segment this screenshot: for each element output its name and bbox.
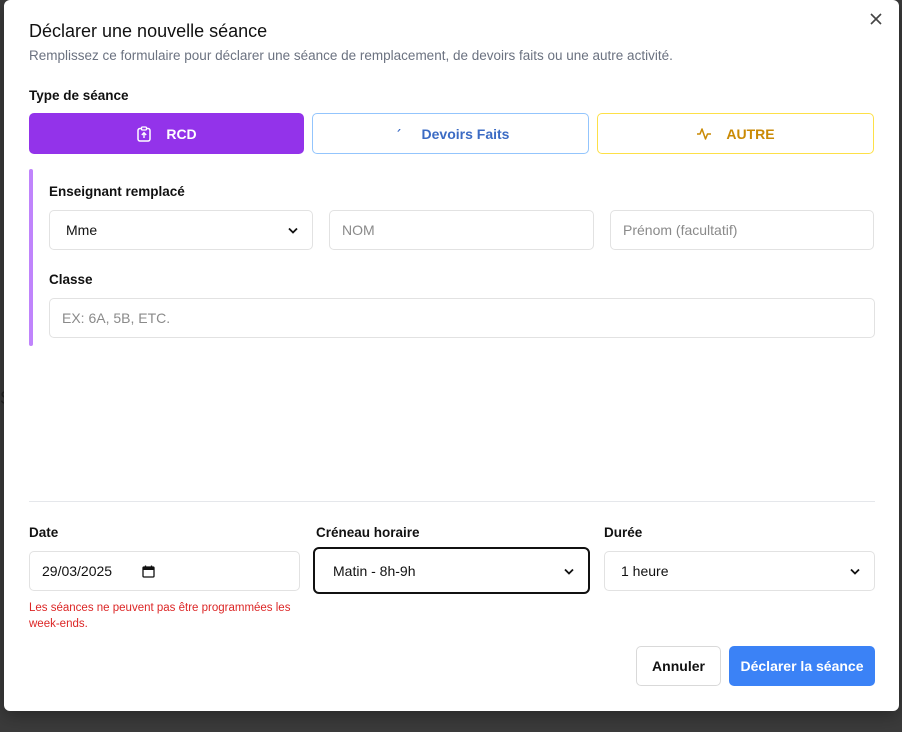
declare-session-dialog: Déclarer une nouvelle séance Remplissez … (4, 0, 899, 711)
civility-value: Mme (66, 222, 98, 238)
chevron-right-icon (392, 126, 408, 142)
session-type-autre-button[interactable]: AUTRE (597, 113, 874, 154)
civility-select[interactable]: Mme (49, 210, 313, 250)
session-type-devoirs-faits-label: Devoirs Faits (421, 125, 510, 142)
replaced-teacher-label: Enseignant remplacé (49, 184, 185, 199)
date-error-message: Les séances ne peuvent pas être programm… (29, 602, 291, 630)
duration-label: Durée (604, 525, 643, 540)
date-input[interactable]: 29/03/2025 (29, 551, 300, 591)
duration-value: 1 heure (621, 563, 669, 579)
time-slot-select[interactable]: Matin - 8h-9h (313, 547, 590, 594)
dialog-title: Déclarer une nouvelle séance (29, 21, 268, 41)
dialog-subtitle: Remplissez ce formulaire pour déclarer u… (29, 48, 673, 63)
time-slot-label: Créneau horaire (316, 525, 420, 540)
clipboard-upload-icon (136, 125, 152, 142)
declare-session-button[interactable]: Déclarer la séance (729, 646, 875, 686)
session-type-autre-label: AUTRE (726, 125, 775, 142)
session-type-devoirs-faits-button[interactable]: Devoirs Faits (312, 113, 589, 154)
activity-icon (696, 126, 712, 142)
teacher-firstname-input[interactable]: Prénom (facultatif) (610, 210, 874, 250)
chevron-down-icon (848, 564, 862, 578)
duration-select[interactable]: 1 heure (604, 551, 875, 591)
class-label: Classe (49, 272, 93, 287)
section-accent-bar (29, 169, 33, 346)
date-value: 29/03/2025 (42, 563, 113, 579)
chevron-down-icon (286, 223, 300, 237)
session-type-label: Type de séance (29, 88, 129, 103)
teacher-name-input[interactable]: NOM (329, 210, 594, 250)
cancel-button[interactable]: Annuler (636, 646, 721, 686)
chevron-down-icon (562, 564, 576, 578)
time-slot-value: Matin - 8h-9h (333, 562, 416, 579)
teacher-name-placeholder: NOM (342, 222, 375, 238)
session-type-rcd-button[interactable]: RCD (29, 113, 304, 154)
class-input[interactable]: EX: 6A, 5B, ETC. (49, 298, 875, 338)
teacher-firstname-placeholder: Prénom (facultatif) (623, 222, 738, 238)
date-label: Date (29, 525, 59, 540)
class-placeholder: EX: 6A, 5B, ETC. (62, 310, 171, 326)
close-icon[interactable] (867, 12, 885, 30)
session-type-rcd-label: RCD (166, 125, 197, 142)
calendar-icon[interactable] (140, 563, 156, 579)
section-divider (29, 501, 875, 502)
